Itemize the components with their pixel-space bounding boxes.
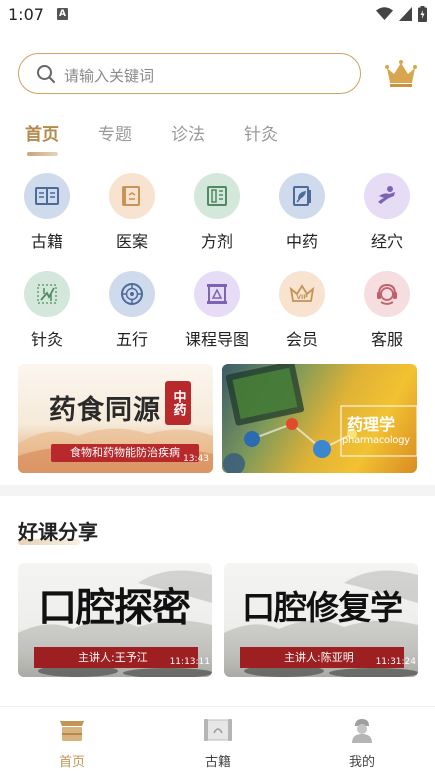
crown-icon[interactable] [384, 59, 418, 89]
five-elements-icon [121, 283, 143, 305]
status-time: 1:07 [8, 5, 44, 24]
course-duration: 11:13:11 [169, 657, 210, 667]
grid-icon-bg [279, 173, 325, 219]
notification-badge-icon: A [57, 8, 68, 20]
course-title: 口腔探密 [38, 585, 191, 631]
grid-icon-bg [194, 173, 240, 219]
grid-label: 针灸 [30, 330, 63, 349]
search-icon [37, 65, 55, 83]
search-placeholder: 请输入关键词 [64, 67, 155, 85]
grid-icon-bg [109, 271, 155, 317]
scroll-icon [122, 186, 140, 206]
grid-label: 五行 [115, 330, 148, 349]
tab-diagnosis[interactable]: 诊法 [171, 120, 244, 160]
section-divider [0, 485, 435, 496]
vip-crown-icon: VIP [289, 284, 315, 302]
tab-acupuncture[interactable]: 针灸 [244, 120, 317, 160]
grid-item-herbs[interactable]: 中药 [267, 173, 337, 252]
grid-icon-bg [194, 271, 240, 317]
herb-book-icon [293, 186, 311, 206]
grid-label: 中药 [285, 232, 318, 251]
signal-icon [399, 7, 412, 21]
home-icon [60, 721, 84, 741]
banner-title: 药食同源 [49, 395, 161, 426]
nav-label: 首页 [58, 755, 85, 770]
active-tab-indicator [27, 152, 58, 156]
grid-item-customer-service[interactable]: 客服 [352, 271, 422, 350]
category-tabs: 首页 专题 诊法 针灸 [25, 120, 317, 160]
battery-icon [418, 6, 427, 22]
grid-label: 方剂 [200, 232, 233, 251]
banner-duration: 13:43 [183, 454, 209, 464]
grid-label: 古籍 [30, 232, 63, 251]
prescription-icon [207, 186, 227, 206]
nav-profile[interactable]: 我的 [327, 717, 397, 770]
seal-text: 中药 [170, 390, 186, 416]
course-title: 口腔修复学 [242, 588, 403, 627]
grid-label: 会员 [285, 330, 318, 349]
grid-item-prescriptions[interactable]: 方剂 [182, 173, 252, 252]
section-title: 好课分享 [18, 520, 98, 544]
status-bar: 1:07 A [0, 0, 435, 30]
grid-item-membership[interactable]: VIP 会员 [267, 271, 337, 350]
banner-seal: 中药 [165, 381, 191, 425]
nav-home[interactable]: 首页 [37, 717, 107, 770]
pharmacology-label-box: 药理学 pharmacology [341, 406, 417, 456]
banner-subtitle: pharmacology [342, 435, 410, 446]
grid-icon-bg [24, 173, 70, 219]
book-icon [35, 187, 59, 205]
customer-service-icon [377, 283, 397, 305]
search-input[interactable]: 请输入关键词 [18, 53, 361, 94]
grid-label: 经穴 [370, 232, 403, 251]
grid-item-acupoints[interactable]: 经穴 [352, 173, 422, 252]
grid-item-classics[interactable]: 古籍 [12, 173, 82, 252]
course-map-icon [207, 284, 227, 304]
course-card[interactable]: 口腔修复学 主讲人:陈亚明 11:31:24 [224, 563, 418, 677]
banner-pharmacology[interactable]: 药理学 pharmacology [222, 364, 417, 473]
acupoint-icon [378, 186, 395, 204]
app-screen: 1:07 A 请输入关键词 首页 专题 诊法 针灸 古籍 医案 方剂 中药 经穴… [0, 0, 435, 775]
course-card[interactable]: 口腔探密 主讲人:王予江 11:13:11 [18, 563, 212, 677]
search-row: 请输入关键词 [18, 53, 418, 95]
needle-icon [37, 284, 57, 304]
banner-subtitle: 食物和药物能防治疾病 [51, 444, 199, 462]
nav-label: 我的 [348, 755, 375, 770]
course-duration: 11:31:24 [375, 657, 416, 667]
status-indicators [376, 6, 427, 22]
nav-label: 古籍 [204, 755, 231, 770]
tab-topics[interactable]: 专题 [98, 120, 171, 160]
bottom-nav: 首页 古籍 我的 [0, 706, 435, 775]
grid-icon-bg [109, 173, 155, 219]
grid-label: 医案 [115, 232, 148, 251]
profile-icon [352, 719, 372, 743]
grid-label: 客服 [370, 330, 403, 349]
grid-icon-bg [364, 173, 410, 219]
banner-food-medicine[interactable]: 药食同源 中药 食物和药物能防治疾病 13:43 [18, 364, 213, 473]
banner-title: 药理学 [347, 415, 396, 434]
grid-icon-bg [364, 271, 410, 317]
svg-text:VIP: VIP [296, 294, 308, 301]
grid-item-course-map[interactable]: 课程导图 [182, 271, 252, 350]
grid-item-five-elements[interactable]: 五行 [97, 271, 167, 350]
grid-item-cases[interactable]: 医案 [97, 173, 167, 252]
classics-book-icon [204, 719, 232, 741]
grid-icon-bg [24, 271, 70, 317]
grid-label: 课程导图 [184, 330, 249, 349]
nav-classics[interactable]: 古籍 [183, 717, 253, 770]
grid-item-acupuncture[interactable]: 针灸 [12, 271, 82, 350]
grid-icon-bg: VIP [279, 271, 325, 317]
wifi-icon [376, 7, 393, 20]
